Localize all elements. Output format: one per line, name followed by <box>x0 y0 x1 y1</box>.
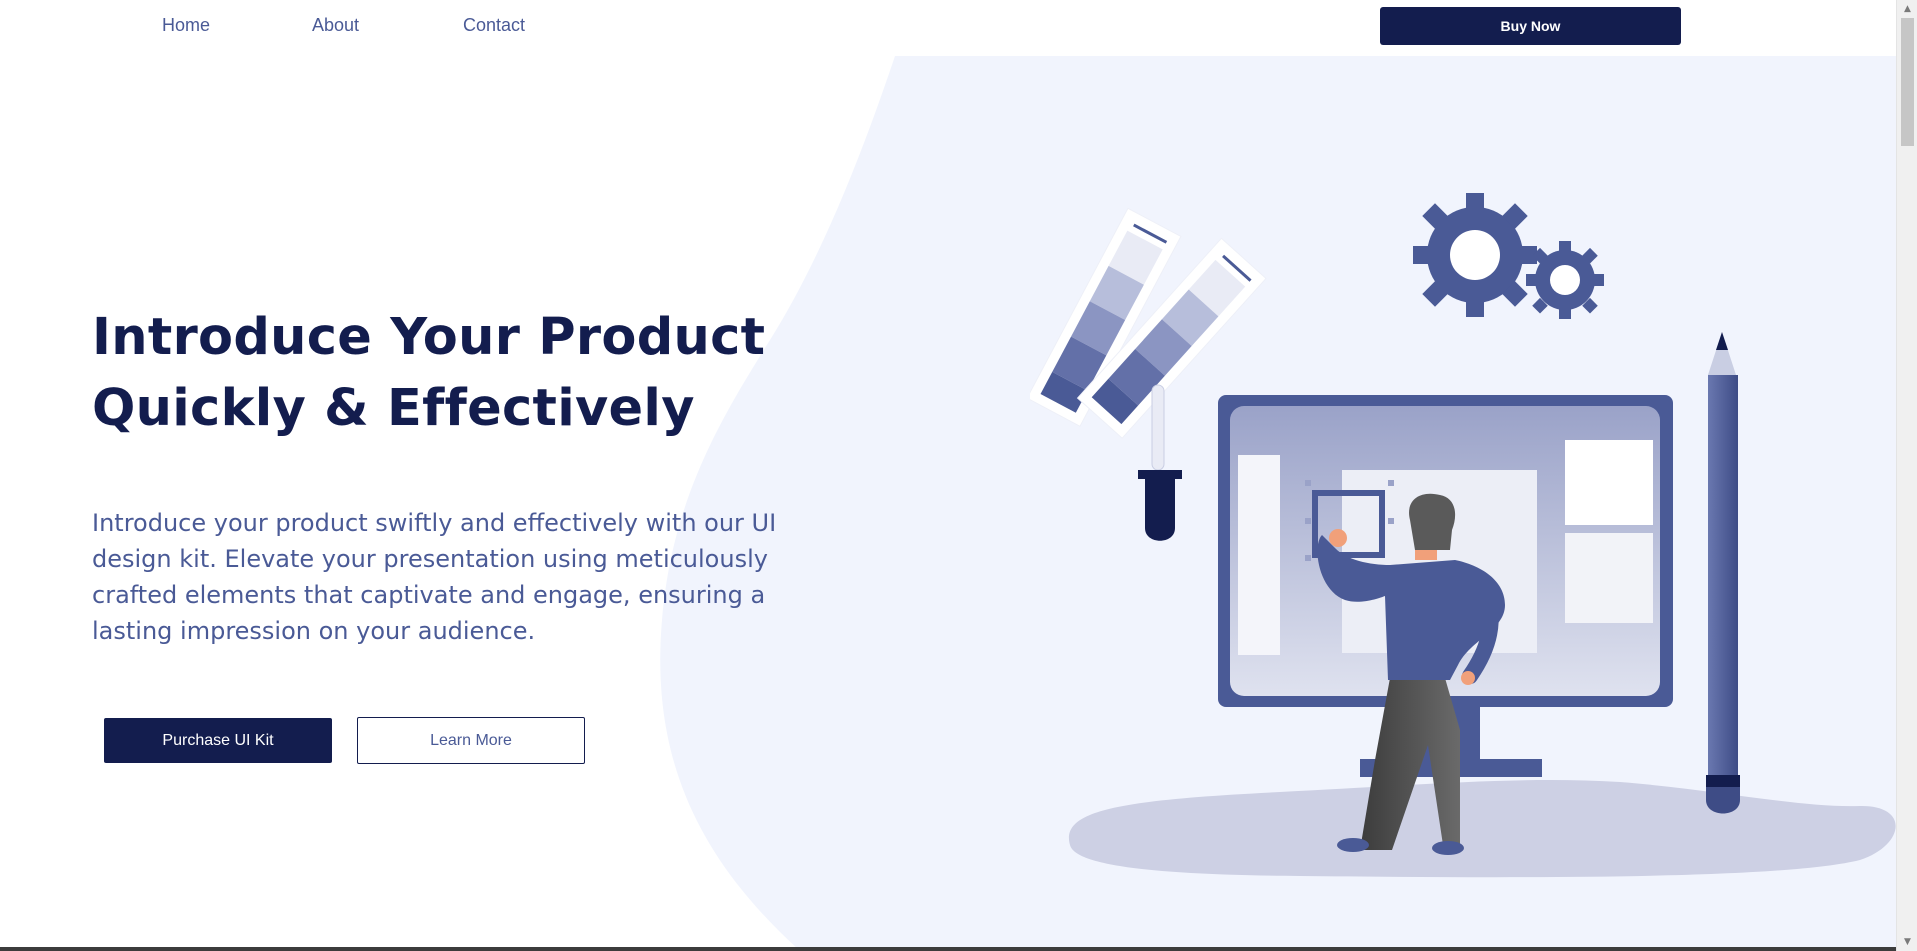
landing-page: Home About Contact Buy Now Introduce You… <box>0 0 1896 951</box>
nav-link-contact[interactable]: Contact <box>463 15 525 36</box>
learn-more-button[interactable]: Learn More <box>357 717 585 764</box>
hero-title-line-1: Introduce Your Product <box>92 308 766 367</box>
nav-link-home[interactable]: Home <box>162 15 210 36</box>
scroll-thumb[interactable] <box>1901 18 1914 146</box>
hero-title-line-2: Quickly & Effectively <box>92 379 695 438</box>
purchase-ui-kit-button[interactable]: Purchase UI Kit <box>104 718 332 763</box>
gear-icon <box>1413 193 1604 319</box>
hero-illustration <box>1030 193 1896 878</box>
buy-now-button[interactable]: Buy Now <box>1380 7 1681 45</box>
bottom-edge <box>0 947 1896 951</box>
scroll-down-arrow-icon[interactable]: ▼ <box>1897 933 1917 951</box>
hero-title: Introduce Your Product Quickly & Effecti… <box>92 302 812 444</box>
vertical-scrollbar[interactable]: ▲ ▼ <box>1896 0 1917 951</box>
nav-link-about[interactable]: About <box>312 15 359 36</box>
pencil-icon <box>1706 332 1740 814</box>
ground-shadow <box>1068 780 1896 878</box>
hero-description: Introduce your product swiftly and effec… <box>92 509 777 645</box>
scroll-up-arrow-icon[interactable]: ▲ <box>1897 0 1917 18</box>
top-navbar: Home About Contact Buy Now <box>0 0 1896 56</box>
